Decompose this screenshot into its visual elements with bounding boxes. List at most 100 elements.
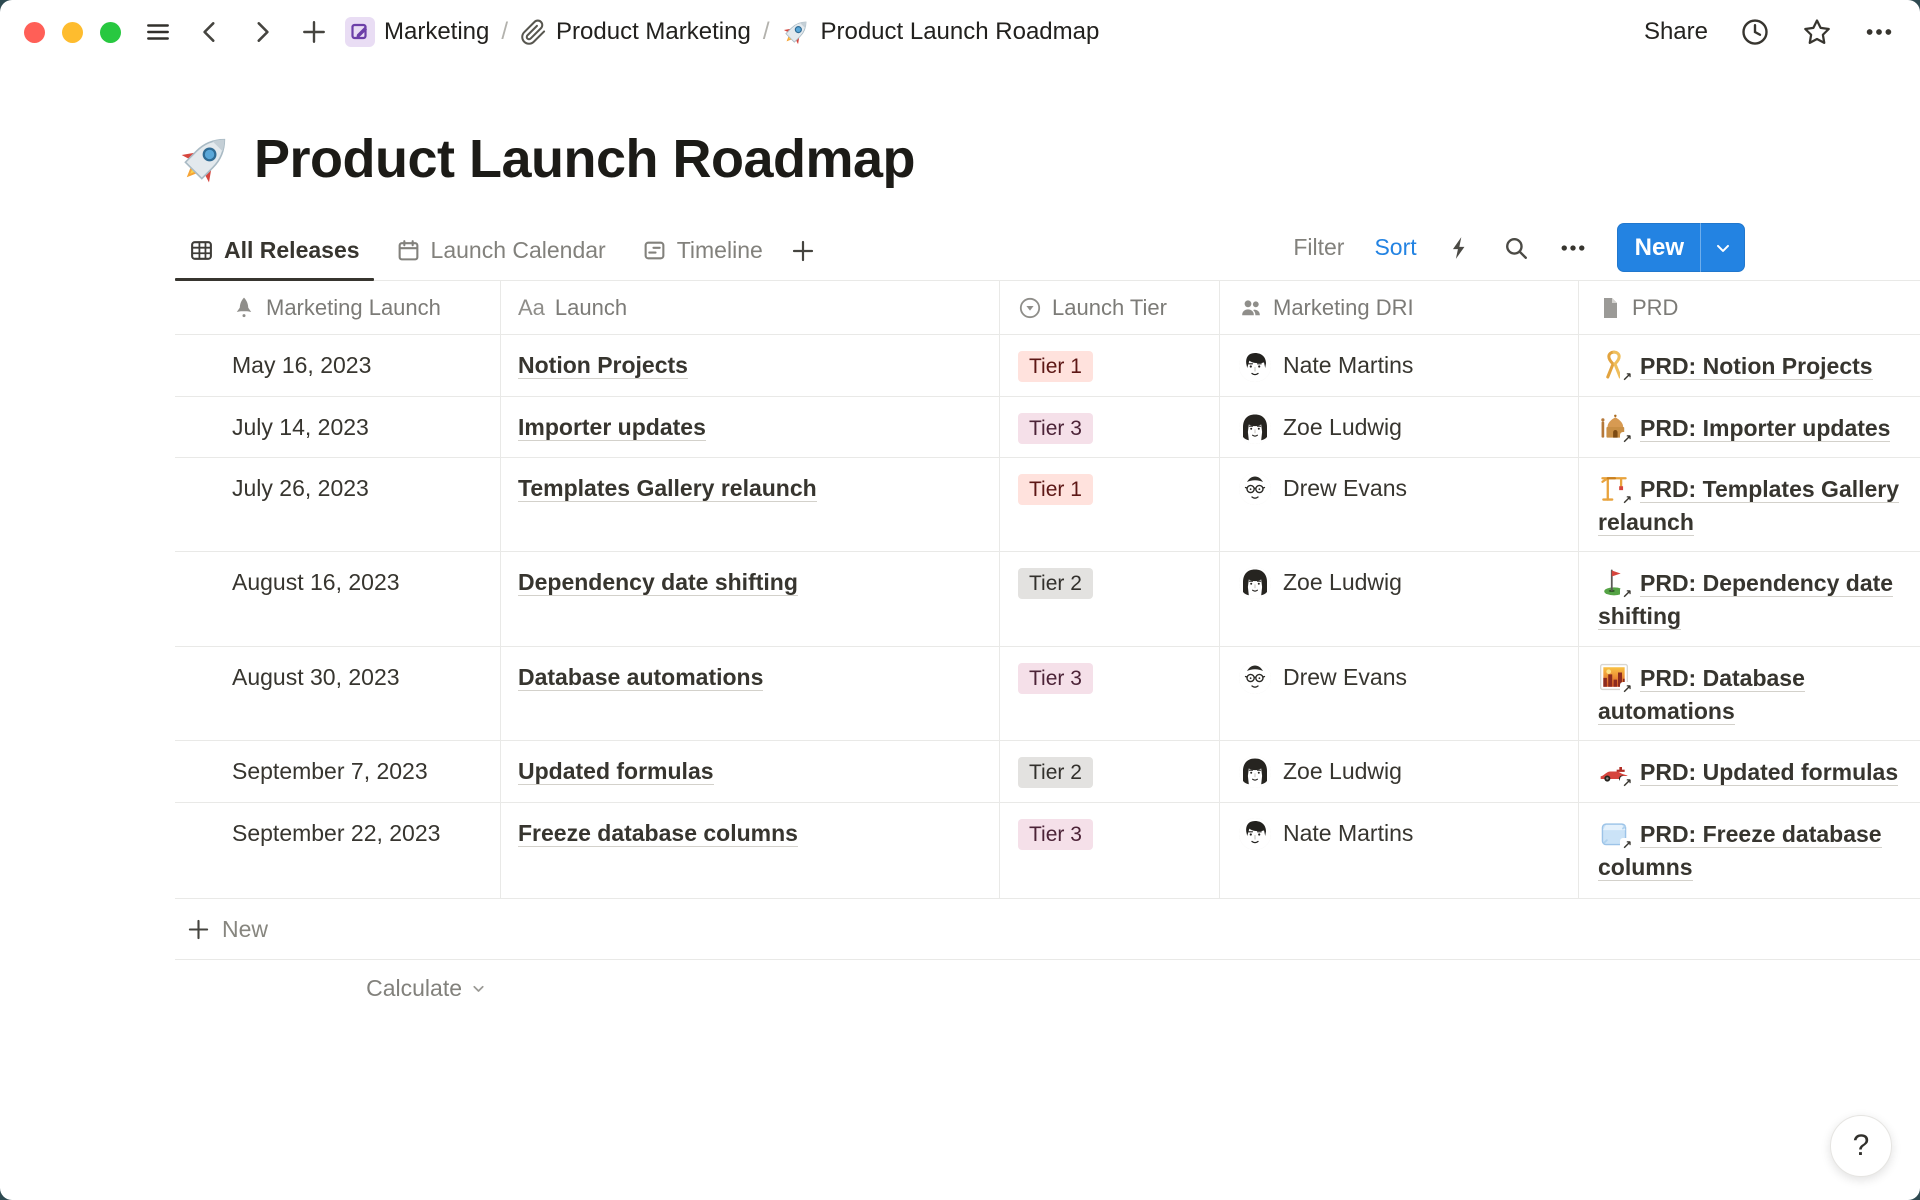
minimize-window-button[interactable] (62, 22, 83, 43)
more-options-icon[interactable] (1864, 17, 1894, 47)
date-value: September 22, 2023 (232, 820, 440, 846)
prd-page-link[interactable]: PRD: Freeze database columns (1598, 821, 1882, 881)
automations-bolt-icon[interactable] (1447, 235, 1473, 261)
cell-marketing-launch[interactable]: August 16, 2023 (175, 552, 501, 646)
zoom-window-button[interactable] (100, 22, 121, 43)
prd-page-link[interactable]: PRD: Importer updates (1640, 415, 1890, 442)
cell-launch[interactable]: Updated formulas (501, 741, 1000, 802)
launch-page-link[interactable]: Freeze database columns (518, 820, 798, 847)
favorite-star-icon[interactable] (1802, 17, 1832, 47)
tier-badge[interactable]: Tier 3 (1018, 819, 1093, 850)
table-row: July 26, 2023 Templates Gallery relaunch T… (175, 458, 1920, 552)
cell-marketing-dri[interactable]: Nate Martins (1220, 335, 1579, 396)
cell-prd[interactable]: ↗PRD: Notion Projects (1579, 335, 1920, 396)
cell-prd[interactable]: ↗ PRD: Updated formulas (1579, 741, 1920, 802)
prd-page-link[interactable]: PRD: Updated formulas (1640, 759, 1898, 786)
launch-page-link[interactable]: Dependency date shifting (518, 569, 798, 596)
prd-page-link[interactable]: PRD: Notion Projects (1640, 353, 1873, 380)
breadcrumb-item-marketing[interactable]: Marketing (345, 17, 489, 47)
cell-launch-tier[interactable]: Tier 1 (1000, 458, 1220, 551)
cell-marketing-launch[interactable]: July 14, 2023 (175, 397, 501, 457)
sort-button[interactable]: Sort (1374, 234, 1416, 261)
cell-launch-tier[interactable]: Tier 1 (1000, 335, 1220, 396)
cell-marketing-launch[interactable]: July 26, 2023 (175, 458, 501, 551)
cell-marketing-dri[interactable]: Nate Martins (1220, 803, 1579, 898)
launch-page-link[interactable]: Updated formulas (518, 758, 714, 785)
calculate-button[interactable]: Calculate (175, 960, 501, 1016)
new-row-button[interactable]: New (175, 899, 1920, 960)
avatar (1239, 412, 1271, 444)
cell-launch[interactable]: Notion Projects (501, 335, 1000, 396)
tier-badge[interactable]: Tier 3 (1018, 663, 1093, 694)
column-header-prd[interactable]: PRD (1579, 281, 1920, 334)
new-button[interactable]: New (1617, 223, 1745, 272)
new-button-chevron-down-icon[interactable] (1701, 238, 1745, 258)
cell-launch-tier[interactable]: Tier 3 (1000, 803, 1220, 898)
prd-page-link[interactable]: PRD: Templates Gallery relaunch (1598, 476, 1899, 536)
cell-marketing-launch[interactable]: September 7, 2023 (175, 741, 501, 802)
cell-marketing-dri[interactable]: Zoe Ludwig (1220, 397, 1579, 457)
launch-page-link[interactable]: Database automations (518, 664, 763, 691)
breadcrumb-item-product-marketing[interactable]: Product Marketing (520, 18, 751, 46)
link-arrow-icon: ↗ (1620, 776, 1634, 790)
column-header-launch-tier[interactable]: Launch Tier (1000, 281, 1220, 334)
launch-page-link[interactable]: Importer updates (518, 414, 706, 441)
column-header-marketing-launch[interactable]: Marketing Launch (175, 281, 501, 334)
tab-all-releases[interactable]: All Releases (175, 237, 374, 280)
cell-launch-tier[interactable]: Tier 3 (1000, 397, 1220, 457)
cell-marketing-dri[interactable]: Zoe Ludwig (1220, 741, 1579, 802)
new-tab-button[interactable] (301, 19, 327, 45)
cell-launch[interactable]: Freeze database columns (501, 803, 1000, 898)
date-value: August 16, 2023 (232, 569, 400, 595)
tier-badge[interactable]: Tier 2 (1018, 568, 1093, 599)
prd-page-link[interactable]: PRD: Dependency date shifting (1598, 570, 1893, 630)
tab-timeline[interactable]: Timeline (628, 237, 777, 280)
updates-clock-icon[interactable] (1740, 17, 1770, 47)
cell-marketing-dri[interactable]: Zoe Ludwig (1220, 552, 1579, 646)
cell-prd[interactable]: ↗PRD: Database automations (1579, 647, 1920, 740)
page-rocket-icon[interactable] (176, 130, 234, 188)
cell-marketing-launch[interactable]: May 16, 2023 (175, 335, 501, 396)
tier-badge[interactable]: Tier 2 (1018, 757, 1093, 788)
breadcrumb-item-product-launch-roadmap[interactable]: Product Launch Roadmap (781, 17, 1099, 47)
add-view-button[interactable] (785, 239, 825, 279)
cell-marketing-launch[interactable]: August 30, 2023 (175, 647, 501, 740)
cell-prd[interactable]: ↗PRD: Importer updates (1579, 397, 1920, 457)
column-header-launch[interactable]: Aa Launch (501, 281, 1000, 334)
filter-button[interactable]: Filter (1293, 234, 1344, 261)
nav-back-button[interactable] (197, 19, 223, 45)
close-window-button[interactable] (24, 22, 45, 43)
cell-launch-tier[interactable]: Tier 2 (1000, 741, 1220, 802)
person-name: Drew Evans (1283, 472, 1407, 505)
launch-page-link[interactable]: Notion Projects (518, 352, 688, 379)
cell-launch[interactable]: Importer updates (501, 397, 1000, 457)
timeline-view-icon (642, 238, 667, 263)
cell-prd[interactable]: ↗PRD: Freeze database columns (1579, 803, 1920, 898)
link-arrow-icon: ↗ (1620, 682, 1634, 696)
desktop-backdrop: Marketing / Product Marketing / Product … (0, 0, 1920, 1200)
tier-badge[interactable]: Tier 3 (1018, 413, 1093, 444)
tab-launch-calendar[interactable]: Launch Calendar (382, 237, 620, 280)
sidebar-menu-icon[interactable] (145, 19, 171, 45)
cell-launch[interactable]: Templates Gallery relaunch (501, 458, 1000, 551)
cell-marketing-launch[interactable]: September 22, 2023 (175, 803, 501, 898)
cell-launch-tier[interactable]: Tier 2 (1000, 552, 1220, 646)
tier-badge[interactable]: Tier 1 (1018, 474, 1093, 505)
cell-launch[interactable]: Database automations (501, 647, 1000, 740)
window-titlebar: Marketing / Product Marketing / Product … (0, 0, 1920, 64)
cell-launch[interactable]: Dependency date shifting (501, 552, 1000, 646)
marketing-teamspace-icon (345, 17, 375, 47)
cell-prd[interactable]: ↗PRD: Dependency date shifting (1579, 552, 1920, 646)
nav-forward-button[interactable] (249, 19, 275, 45)
column-header-marketing-dri[interactable]: Marketing DRI (1220, 281, 1579, 334)
cell-launch-tier[interactable]: Tier 3 (1000, 647, 1220, 740)
search-icon[interactable] (1503, 235, 1529, 261)
help-button[interactable]: ? (1830, 1115, 1892, 1177)
cell-prd[interactable]: ↗PRD: Templates Gallery relaunch (1579, 458, 1920, 551)
view-options-dots-icon[interactable] (1559, 234, 1587, 262)
share-button[interactable]: Share (1644, 18, 1708, 46)
launch-page-link[interactable]: Templates Gallery relaunch (518, 475, 817, 502)
cell-marketing-dri[interactable]: Drew Evans (1220, 647, 1579, 740)
tier-badge[interactable]: Tier 1 (1018, 351, 1093, 382)
cell-marketing-dri[interactable]: Drew Evans (1220, 458, 1579, 551)
